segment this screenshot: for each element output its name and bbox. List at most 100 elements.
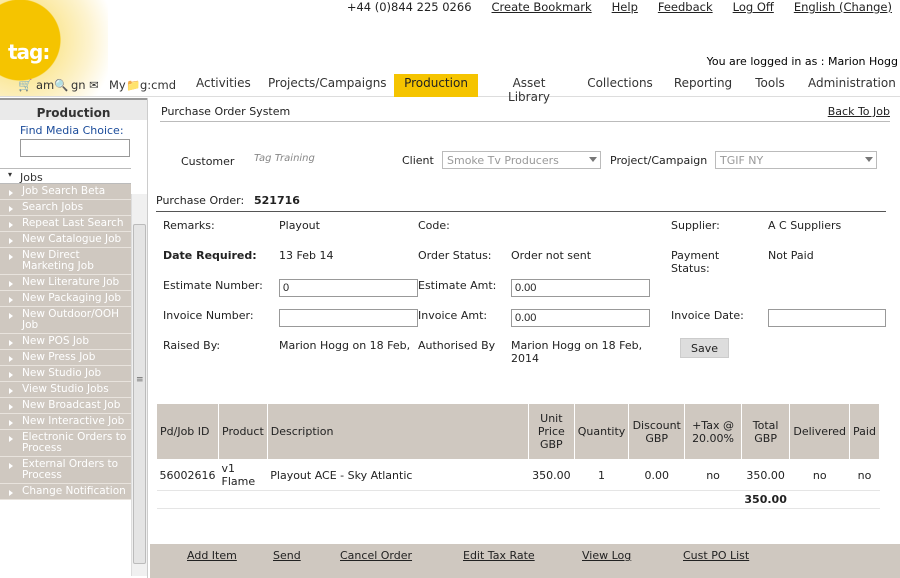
estimate-number-input[interactable] [279, 279, 418, 297]
date-required-label: Date Required: [163, 249, 257, 262]
sidebar-item-job-search-beta[interactable]: Job Search Beta [0, 184, 131, 200]
help-link[interactable]: Help [612, 0, 638, 14]
create-bookmark-link[interactable]: Create Bookmark [492, 0, 592, 14]
cell-discount: 0.00 [628, 459, 685, 491]
shortcut-gn[interactable]: gn [71, 78, 86, 92]
project-select[interactable]: TGIF NY [715, 151, 877, 169]
col-delivered: Delivered [789, 403, 851, 460]
sidebar-heading: Production [0, 98, 147, 120]
title-divider [160, 121, 890, 122]
search-icon[interactable]: 🔍 [54, 78, 68, 92]
tag-logo[interactable]: tag: [8, 40, 50, 64]
invoice-amt-label: Invoice Amt: [418, 309, 488, 322]
sidebar-item-repeat-last-search[interactable]: Repeat Last Search [0, 216, 131, 232]
invoice-number-label: Invoice Number: [163, 309, 254, 322]
edit-tax-rate-link[interactable]: Edit Tax Rate [463, 549, 535, 562]
client-label: Client [402, 154, 434, 167]
order-items-table: Pd/Job ID Product Description Unit Price… [156, 403, 880, 509]
tab-asset-library[interactable]: Asset Library [490, 74, 568, 104]
invoice-date-label: Invoice Date: [671, 309, 744, 322]
top-links: +44 (0)844 225 0266 Create Bookmark Help… [347, 0, 892, 14]
table-row[interactable]: 56002616 v1 Flame Playout ACE - Sky Atla… [156, 459, 880, 491]
tab-activities[interactable]: Activities [196, 74, 251, 97]
sidebar-item-new-literature-job[interactable]: New Literature Job [0, 275, 131, 291]
raised-by-value: Marion Hogg on 18 Feb, [279, 339, 411, 352]
cell-paid: no [849, 459, 880, 491]
tab-production[interactable]: Production [394, 74, 478, 97]
add-item-link[interactable]: Add Item [187, 549, 237, 562]
sidebar-item-new-packaging-job[interactable]: New Packaging Job [0, 291, 131, 307]
sidebar-item-new-outdoor-job[interactable]: New Outdoor/OOH Job [0, 307, 131, 334]
tab-tools[interactable]: Tools [752, 74, 788, 97]
tab-administration[interactable]: Administration [808, 74, 896, 97]
purchase-order-panel: Purchase Order System Back To Job Custom… [156, 98, 900, 578]
tab-reporting[interactable]: Reporting [672, 74, 734, 97]
order-status-value: Order not sent [511, 249, 592, 262]
customer-label: Customer [181, 155, 235, 168]
shortcut-gcmd[interactable]: g:cmd [140, 78, 176, 92]
supplier-label: Supplier: [671, 219, 720, 232]
customer-value: Tag Training [254, 153, 315, 164]
table-total-row: 350.00 [156, 490, 880, 509]
client-select[interactable]: Smoke Tv Producers [442, 151, 601, 169]
language-link[interactable]: English (Change) [794, 0, 892, 14]
sidebar-item-electronic-orders[interactable]: Electronic Orders to Process [0, 430, 131, 457]
sidebar-scrollbar[interactable]: ≡ [131, 194, 147, 576]
cancel-order-link[interactable]: Cancel Order [340, 549, 412, 562]
save-button[interactable]: Save [680, 338, 729, 358]
total-spacer [156, 490, 742, 509]
find-media-label: Find Media Choice: [20, 124, 124, 137]
cart-icon[interactable]: 🛒 [18, 78, 32, 92]
mail-icon[interactable]: ✉ [89, 78, 99, 92]
client-value: Smoke Tv Producers [447, 154, 559, 167]
shortcut-my[interactable]: My [109, 78, 126, 92]
scrollbar-thumb[interactable]: ≡ [133, 224, 146, 564]
sidebar-item-search-jobs[interactable]: Search Jobs [0, 200, 131, 216]
sidebar-item-new-broadcast-job[interactable]: New Broadcast Job [0, 398, 131, 414]
cust-po-list-link[interactable]: Cust PO List [683, 549, 749, 562]
back-to-job-link[interactable]: Back To Job [828, 105, 890, 118]
raised-by-label: Raised By: [163, 339, 221, 352]
estimate-amt-label: Estimate Amt: [418, 279, 497, 292]
sidebar-item-new-studio-job[interactable]: New Studio Job [0, 366, 131, 382]
tab-collections[interactable]: Collections [586, 74, 654, 97]
chevron-down-icon [589, 157, 597, 162]
grand-total: 350.00 [741, 490, 790, 509]
cell-quantity: 1 [574, 459, 629, 491]
sidebar-item-change-notification[interactable]: Change Notification [0, 484, 131, 500]
section-divider [156, 211, 886, 212]
shortcut-am[interactable]: am [36, 78, 54, 92]
folder-icon[interactable]: 📁 [126, 78, 140, 92]
estimate-amt-input[interactable] [511, 279, 650, 297]
grip-icon: ≡ [136, 375, 144, 385]
col-unit-price: Unit Price GBP [527, 403, 575, 460]
view-log-link[interactable]: View Log [582, 549, 631, 562]
sidebar-item-new-press-job[interactable]: New Press Job [0, 350, 131, 366]
invoice-amt-input[interactable] [511, 309, 650, 327]
cell-unit-price: 350.00 [528, 459, 575, 491]
sidebar-item-new-interactive-job[interactable]: New Interactive Job [0, 414, 131, 430]
col-product: Product [218, 403, 268, 460]
sidebar-item-new-catalogue-job[interactable]: New Catalogue Job [0, 232, 131, 248]
invoice-date-input[interactable] [768, 309, 886, 327]
code-label: Code: [418, 219, 450, 232]
sidebar-item-new-pos-job[interactable]: New POS Job [0, 334, 131, 350]
sidebar-item-new-direct-marketing-job[interactable]: New Direct Marketing Job [0, 248, 131, 275]
feedback-link[interactable]: Feedback [658, 0, 713, 14]
po-number-label: Purchase Order: [156, 194, 245, 207]
find-media-input[interactable] [20, 139, 130, 157]
col-total: Total GBP [740, 403, 791, 460]
sidebar-jobs-header[interactable]: ▾ Jobs [0, 168, 131, 184]
total-spacer-end [789, 490, 880, 509]
col-quantity: Quantity [573, 403, 630, 460]
send-link[interactable]: Send [273, 549, 301, 562]
log-off-link[interactable]: Log Off [733, 0, 774, 14]
sidebar-item-external-orders[interactable]: External Orders to Process [0, 457, 131, 484]
invoice-number-input[interactable] [279, 309, 418, 327]
po-number: 521716 [254, 194, 300, 207]
sidebar-item-view-studio-jobs[interactable]: View Studio Jobs [0, 382, 131, 398]
cell-total: 350.00 [741, 459, 790, 491]
cell-product: v1 Flame [218, 459, 268, 491]
chevron-down-icon [865, 157, 873, 162]
tab-projects-campaigns[interactable]: Projects/Campaigns [268, 74, 387, 97]
